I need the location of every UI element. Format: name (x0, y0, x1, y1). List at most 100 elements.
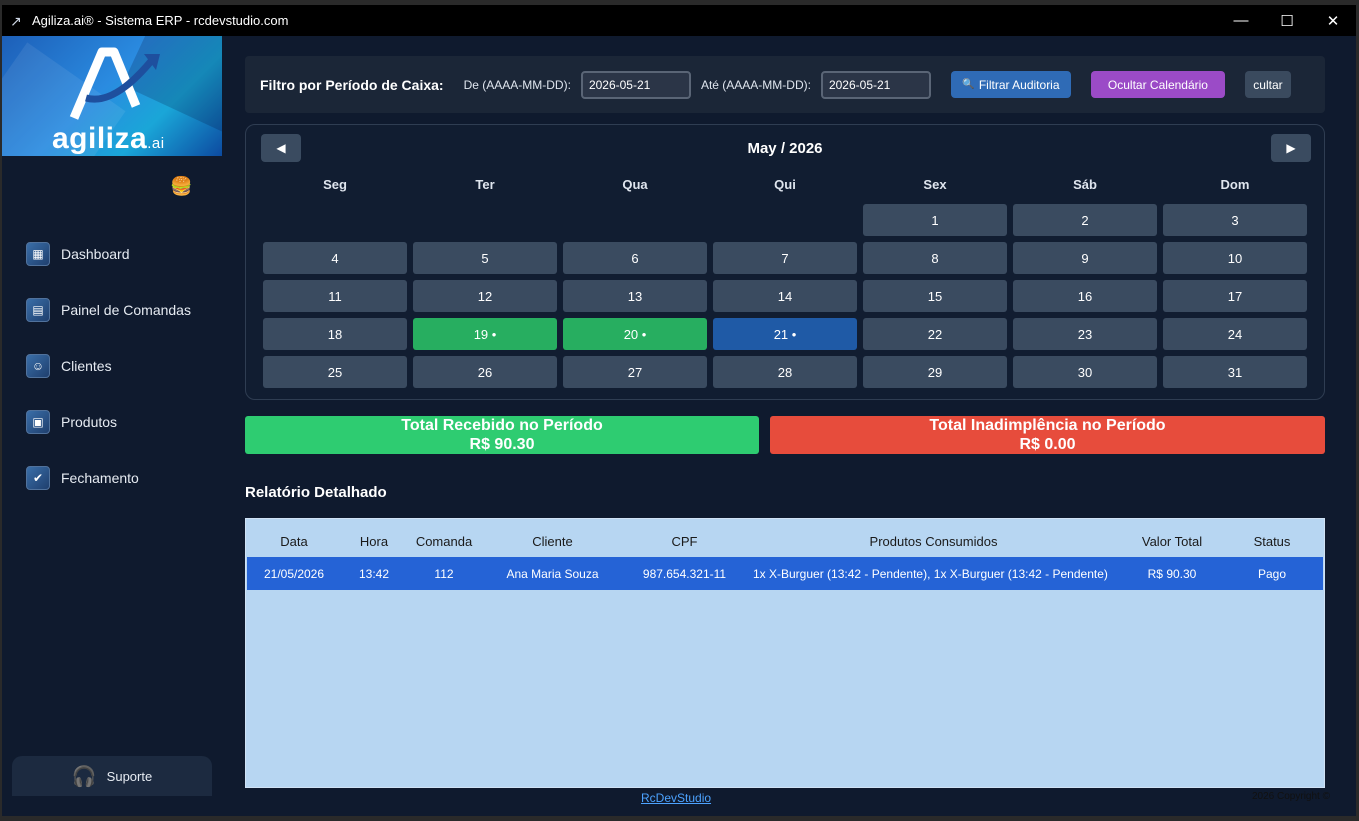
from-date-input[interactable] (580, 70, 691, 99)
column-header[interactable]: Hora (341, 534, 407, 549)
sidebar: agiliza.ai 🍔 ▦ Dashboard ▤ Painel de Com… (2, 36, 222, 816)
calendar-day[interactable]: 30 (1013, 356, 1157, 388)
calendar-day[interactable]: 28 (713, 356, 857, 388)
logo-text: agiliza (52, 122, 148, 155)
calendar-day[interactable]: 26 (413, 356, 557, 388)
sidebar-item-dashboard[interactable]: ▦ Dashboard (26, 226, 191, 282)
footer-link[interactable]: RcDevStudio (641, 791, 711, 805)
table-cell: 21/05/2026 (263, 566, 325, 581)
calendar-day[interactable]: 5 (413, 242, 557, 274)
calendar-day[interactable]: 15 (863, 280, 1007, 312)
sidebar-item-label: Clientes (61, 358, 112, 374)
next-month-button[interactable]: ▶ (1271, 134, 1311, 162)
total-default-value: R$ 0.00 (1019, 436, 1076, 453)
table-cell: Pago (1257, 566, 1287, 581)
calendar-day[interactable]: 20 • (563, 318, 707, 350)
calendar-day[interactable]: 21 • (713, 318, 857, 350)
sidebar-item-produtos[interactable]: ▣ Produtos (26, 394, 191, 450)
weekday-header: Sex (923, 177, 947, 192)
table-row[interactable]: 21/05/2026 13:42 112 Ana Maria Souza 987.654… (247, 557, 1323, 590)
window-title: Agiliza.ai® - Sistema ERP - rcdevstudio.… (32, 13, 289, 28)
calendar-day[interactable]: 29 (863, 356, 1007, 388)
sidebar-item-label: Painel de Comandas (61, 302, 191, 318)
brand-logo: agiliza.ai (2, 36, 222, 156)
calendar-day[interactable]: 10 (1163, 242, 1307, 274)
sidebar-nav: ▦ Dashboard ▤ Painel de Comandas ☺ Clien… (26, 226, 191, 506)
calendar-day[interactable]: 6 (563, 242, 707, 274)
total-received-label: Total Recebido no Período (401, 417, 603, 434)
calendar-day[interactable]: 22 (863, 318, 1007, 350)
search-icon: 🔍 (962, 79, 975, 90)
hide-calendar-button[interactable]: Ocultar Calendário (1090, 71, 1225, 98)
maximize-icon[interactable]: ☐ (1264, 5, 1310, 36)
column-header[interactable]: Status (1222, 534, 1322, 549)
logo-suffix: .ai (147, 135, 165, 152)
column-header[interactable]: Valor Total (1122, 534, 1222, 549)
table-cell: 1x X-Burguer (13:42 - Pendente), 1x X-Bu… (753, 566, 1108, 581)
minimize-icon[interactable]: — (1218, 5, 1264, 36)
calendar-day[interactable]: 8 (863, 242, 1007, 274)
to-date-label: Até (AAAA-MM-DD): (700, 77, 811, 92)
calendar-day[interactable]: 19 • (413, 318, 557, 350)
close-icon[interactable]: ✕ (1310, 5, 1356, 36)
calendar-day[interactable]: 17 (1163, 280, 1307, 312)
logo-arrow-icon (69, 47, 160, 120)
calendar-day[interactable]: 9 (1013, 242, 1157, 274)
sidebar-item-painel-comandas[interactable]: ▤ Painel de Comandas (26, 282, 191, 338)
support-button[interactable]: 🎧 Suporte (12, 756, 212, 796)
weekday-header: Qui (774, 177, 796, 192)
calendar-day[interactable]: 1 (863, 204, 1007, 236)
headset-icon: 🎧 (71, 765, 97, 788)
sidebar-item-label: Fechamento (61, 470, 139, 486)
calendar-day[interactable]: 7 (713, 242, 857, 274)
calendar-title: May / 2026 (747, 140, 823, 157)
total-default-card: Total Inadimplência no Período R$ 0.00 (770, 416, 1325, 454)
calendar-day[interactable]: 16 (1013, 280, 1157, 312)
hide-button[interactable]: cultar (1244, 71, 1291, 98)
calendar-day[interactable]: 12 (413, 280, 557, 312)
total-received-value: R$ 90.30 (469, 436, 535, 453)
table-cell: 13:42 (358, 566, 390, 581)
calendar-day[interactable]: 11 (263, 280, 407, 312)
calendar-day[interactable]: 27 (563, 356, 707, 388)
burger-icon: 🍔 (170, 176, 193, 196)
column-header[interactable]: Data (247, 534, 341, 549)
table-cell: R$ 90.30 (1147, 566, 1197, 581)
filter-audit-button[interactable]: 🔍 Filtrar Auditoria (950, 71, 1071, 98)
dashboard-icon: ▦ (26, 242, 50, 266)
support-label: Suporte (106, 768, 153, 784)
calendar-day[interactable]: 4 (263, 242, 407, 274)
sidebar-item-fechamento[interactable]: ✔ Fechamento (26, 450, 191, 506)
app-logo-icon: ↗ (10, 12, 22, 29)
column-header[interactable]: Cliente (481, 534, 624, 549)
calendar-day[interactable]: 18 (263, 318, 407, 350)
to-date-input[interactable] (820, 70, 931, 99)
calendar-day[interactable]: 31 (1163, 356, 1307, 388)
calendar-day[interactable]: 25 (263, 356, 407, 388)
column-header[interactable]: Produtos Consumidos (745, 534, 1122, 549)
report-title: Relatório Detalhado (245, 484, 387, 501)
sidebar-item-clientes[interactable]: ☺ Clientes (26, 338, 191, 394)
calendar-day[interactable]: 23 (1013, 318, 1157, 350)
copyright: 2026 Copyright © (1252, 791, 1330, 802)
table-cell: 987.654.321-11 (642, 566, 727, 581)
table-cell: 112 (434, 566, 454, 581)
closing-icon: ✔ (26, 466, 50, 490)
calendar-day[interactable]: 3 (1163, 204, 1307, 236)
report-table[interactable]: Data Hora Comanda Cliente CPF Produtos Consum… (245, 518, 1325, 788)
calendar-day[interactable]: 2 (1013, 204, 1157, 236)
column-header[interactable]: CPF (624, 534, 745, 549)
title-bar: ↗ Agiliza.ai® - Sistema ERP - rcdevstudi… (2, 5, 1356, 36)
panel-icon: ▤ (26, 298, 50, 322)
period-filter-bar: Filtro por Período de Caixa: De (AAAA-MM… (245, 56, 1325, 113)
products-icon: ▣ (26, 410, 50, 434)
calendar-day[interactable]: 24 (1163, 318, 1307, 350)
table-cell: Ana Maria Souza (506, 566, 599, 581)
column-header[interactable]: Comanda (407, 534, 481, 549)
weekday-header: Dom (1220, 177, 1250, 192)
weekday-header: Sáb (1073, 177, 1097, 192)
total-default-label: Total Inadimplência no Período (929, 417, 1166, 434)
calendar-day[interactable]: 13 (563, 280, 707, 312)
calendar-day[interactable]: 14 (713, 280, 857, 312)
from-date-label: De (AAAA-MM-DD): (463, 77, 571, 92)
